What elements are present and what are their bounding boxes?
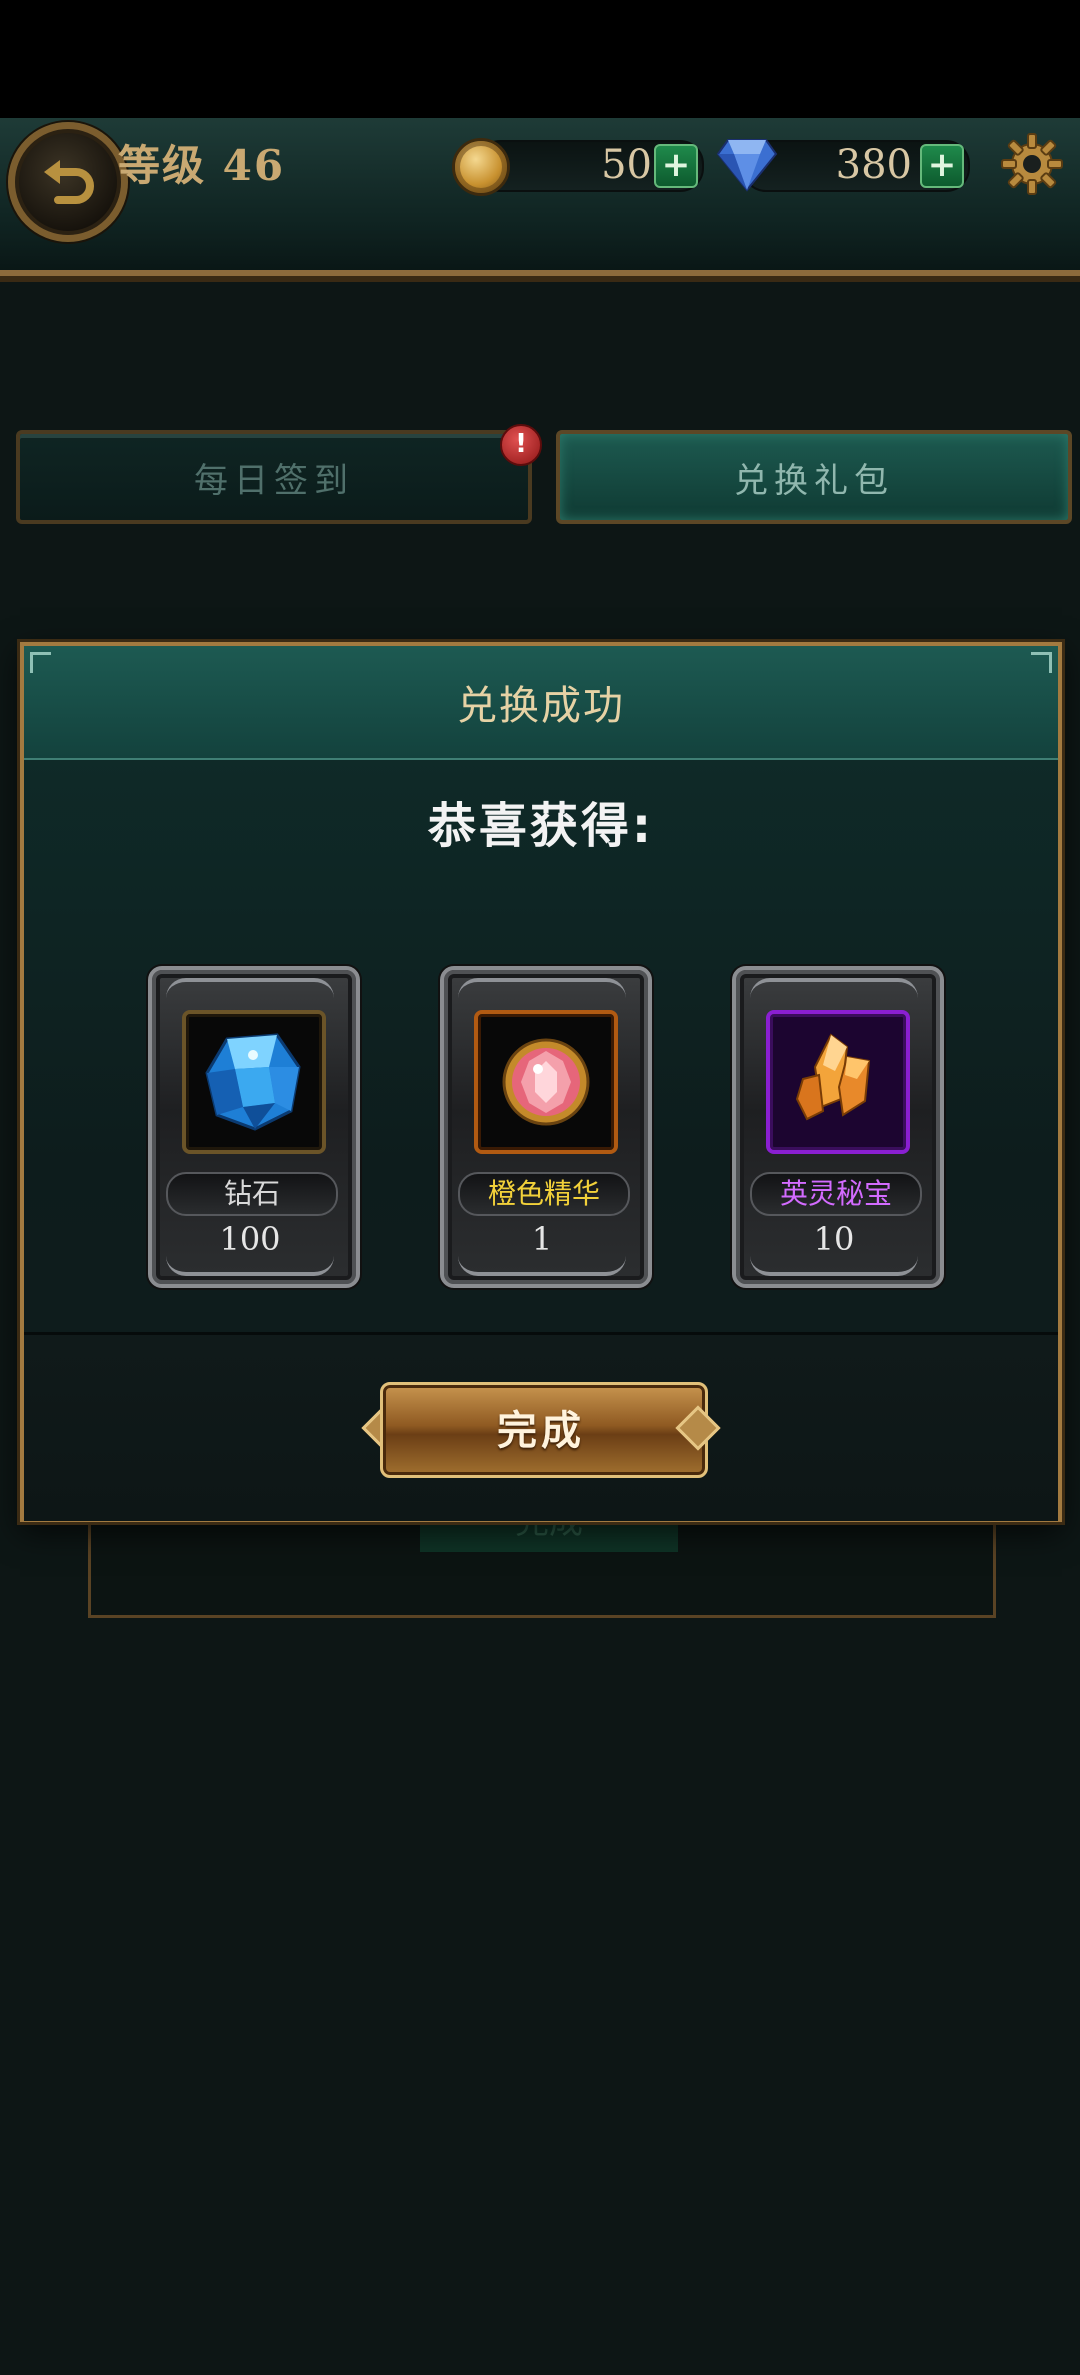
reward-icon-frame [766,1010,910,1154]
done-button-label: 完成 [497,1408,585,1454]
done-button[interactable]: 完成 [361,1376,721,1478]
reward-card-diamond[interactable]: 钻石 100 [148,966,360,1288]
card-ornament [166,1250,334,1276]
dialog-header: 兑换成功 [24,646,1058,760]
reward-name: 橙色精华 [458,1172,630,1216]
card-ornament [458,978,626,1004]
player-level: 等级 46 [118,141,286,190]
spirit-treasure-icon [795,1033,871,1121]
diamond-value: 380 [835,142,912,188]
blue-diamond-icon [205,1033,301,1131]
exchange-success-dialog: 兑换成功 恭喜获得: 钻石 100 橙色精华 1 英灵秘宝 10 完成 [20,642,1062,1522]
status-bar [0,0,1080,118]
reward-name: 钻石 [166,1172,338,1216]
corner-ornament [1031,652,1052,673]
orange-essence-icon [502,1038,590,1126]
notification-badge: ! [500,424,542,466]
reward-card-orange-essence[interactable]: 橙色精华 1 [440,966,652,1288]
card-ornament [750,978,918,1004]
reward-name-text: 英灵秘宝 [779,1177,892,1210]
gold-value: 50 [601,142,652,188]
add-diamond-button[interactable]: + [920,144,964,188]
reward-name: 英灵秘宝 [750,1172,922,1216]
top-bar: 等级 46 50 + 380 + [0,118,1080,276]
reward-name-text: 钻石 [223,1177,280,1210]
dialog-title: 兑换成功 [457,683,625,729]
tab-exchange-label: 兑换礼包 [734,460,894,501]
diamond-icon [716,139,778,192]
tab-exchange-gift[interactable]: 兑换礼包 [556,430,1072,524]
reward-name-text: 橙色精华 [487,1177,600,1210]
card-ornament [458,1250,626,1276]
corner-ornament [30,652,51,673]
tab-daily-label: 每日签到 [194,460,354,501]
reward-card-spirit-treasure[interactable]: 英灵秘宝 10 [732,966,944,1288]
card-ornament [750,1250,918,1276]
gold-coin-icon [452,138,510,196]
add-gold-button[interactable]: + [654,144,698,188]
reward-icon-frame [182,1010,326,1154]
back-button[interactable] [8,122,128,242]
tab-daily-checkin[interactable]: 每日签到 [16,430,532,524]
congrats-text: 恭喜获得: [427,798,655,854]
settings-gear-icon[interactable] [1000,132,1064,196]
back-arrow-icon [44,160,94,204]
reward-icon-frame [474,1010,618,1154]
card-ornament [166,978,334,1004]
